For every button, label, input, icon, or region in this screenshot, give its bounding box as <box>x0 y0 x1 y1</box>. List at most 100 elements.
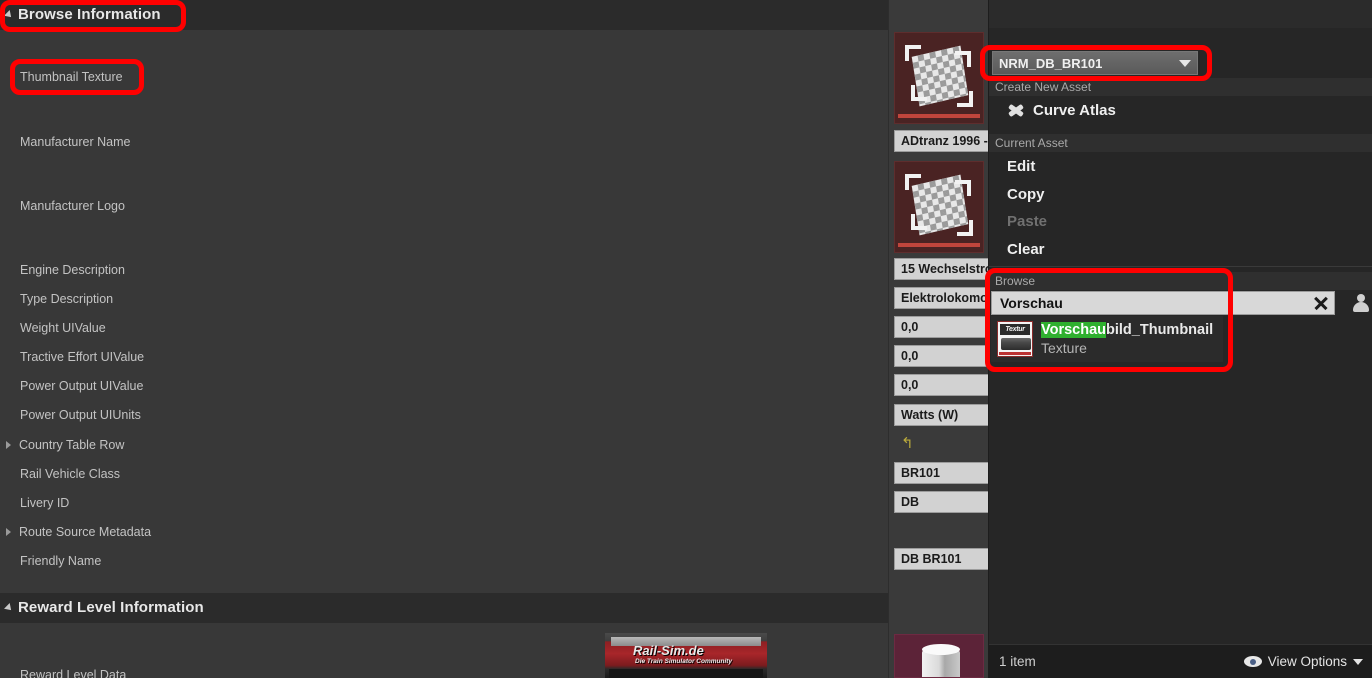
data-table-cylinder-icon <box>922 644 960 677</box>
menu-section-current-asset: Current Asset <box>989 134 1372 152</box>
reward-level-train-image: Rail-Sim.de Die Train Simulator Communit… <box>605 633 767 678</box>
property-row-country-table-row[interactable]: Country Table Row <box>0 430 888 459</box>
asset-type-strip <box>999 352 1031 355</box>
corner-bracket-icon <box>911 85 927 101</box>
expand-arrow-icon[interactable] <box>6 527 11 536</box>
value-field-manufacturer-name[interactable]: ADtranz 1996 - <box>894 130 988 152</box>
chevron-down-icon <box>1179 59 1191 67</box>
train-wheels <box>609 669 763 678</box>
manufacturer-logo-preview[interactable] <box>894 161 984 253</box>
property-row-power-output-uiunits[interactable]: Power Output UIUnits <box>0 400 888 429</box>
asset-result-name: Vorschaubild_Thumbnail <box>1041 321 1213 339</box>
expand-arrow-icon[interactable] <box>6 440 11 449</box>
value-field-tractive-effort-uivalue[interactable]: 0,0 <box>894 345 988 367</box>
menu-section-browse: Browse <box>989 272 1372 290</box>
property-label: Manufacturer Logo <box>20 198 125 213</box>
corner-bracket-icon <box>957 91 973 107</box>
property-row-manufacturer-logo[interactable]: Manufacturer Logo <box>0 191 888 220</box>
menu-divider <box>989 266 1372 267</box>
property-row-livery-id[interactable]: Livery ID <box>0 488 888 517</box>
menu-item-label: Clear <box>1007 240 1045 258</box>
property-row-friendly-name[interactable]: Friendly Name <box>0 546 888 575</box>
value-field-engine-description[interactable]: 15 Wechselstro <box>894 258 988 280</box>
watermark-title: Rail-Sim.de <box>633 643 704 658</box>
menu-item-copy[interactable]: Copy <box>989 180 1372 208</box>
asset-search-result-item[interactable]: Textur Vorschaubild_Thumbnail Texture <box>991 316 1223 362</box>
property-value-column: ADtranz 1996 - 15 Wechselstro Elektrolok… <box>888 0 988 678</box>
property-label: Weight UIValue <box>20 320 106 335</box>
reset-to-default-icon[interactable]: ↰ <box>901 436 917 452</box>
menu-section-create-new-asset: Create New Asset <box>989 78 1372 96</box>
collapse-triangle-icon <box>4 9 14 20</box>
property-label: Tractive Effort UIValue <box>20 349 145 364</box>
property-row-manufacturer-name[interactable]: Manufacturer Name <box>0 127 888 156</box>
corner-bracket-icon <box>905 45 921 61</box>
value-field-type-description[interactable]: Elektrolokomot <box>894 287 988 309</box>
property-row-engine-description[interactable]: Engine Description <box>0 255 888 284</box>
property-row-weight-uivalue[interactable]: Weight UIValue <box>0 313 888 342</box>
search-match-highlight: Vorschau <box>1041 321 1107 338</box>
property-label: Friendly Name <box>20 553 102 568</box>
property-label: Livery ID <box>20 495 70 510</box>
picker-status-bar: 1 item View Options <box>989 644 1372 678</box>
value-field-friendly-name[interactable]: DB BR101 <box>894 548 988 570</box>
property-row-power-output-uivalue[interactable]: Power Output UIValue <box>0 371 888 400</box>
menu-item-edit[interactable]: Edit <box>989 152 1372 180</box>
category-header-reward-level-information[interactable]: Reward Level Information <box>0 593 888 623</box>
corner-bracket-icon <box>911 214 927 230</box>
property-label: Country Table Row <box>19 437 125 452</box>
person-head <box>1357 294 1365 302</box>
asset-type-strip <box>898 114 980 118</box>
menu-item-label: Edit <box>1007 157 1036 175</box>
value-field-power-output-uiunits[interactable]: Watts (W) <box>894 404 988 426</box>
details-panel: Browse Information Reward Level Informat… <box>0 0 888 678</box>
view-options-button[interactable]: View Options <box>1243 654 1363 669</box>
asset-combo-value: NRM_DB_BR101 <box>999 55 1103 71</box>
category-title: Browse Information <box>18 6 161 23</box>
asset-result-text: Vorschaubild_Thumbnail Texture <box>1041 321 1213 358</box>
property-label: Power Output UIValue <box>20 378 144 393</box>
property-label: Manufacturer Name <box>20 134 131 149</box>
asset-search-row: Vorschau <box>989 291 1372 315</box>
menu-item-label: Paste <box>1007 212 1048 230</box>
person-body <box>1353 302 1369 312</box>
asset-type-strip <box>898 243 980 247</box>
value-field-weight-uivalue[interactable]: 0,0 <box>894 316 988 338</box>
chevron-down-icon <box>1353 658 1363 665</box>
category-header-browse-information[interactable]: Browse Information <box>0 0 888 30</box>
value-field-rail-vehicle-class[interactable]: BR101 <box>894 462 988 484</box>
property-row-route-source-metadata[interactable]: Route Source Metadata <box>0 517 888 546</box>
corner-bracket-icon <box>955 180 971 196</box>
search-input[interactable]: Vorschau <box>991 291 1335 315</box>
unreal-editor-details-screen: Browse Information Reward Level Informat… <box>0 0 1372 678</box>
value-field-livery-id[interactable]: DB <box>894 491 988 513</box>
collapse-triangle-icon <box>4 602 14 613</box>
corner-bracket-icon <box>905 174 921 190</box>
property-label: Type Description <box>20 291 114 306</box>
eye-icon <box>1243 656 1262 667</box>
property-label: Thumbnail Texture <box>20 69 123 84</box>
watermark-subtitle: Die Train Simulator Community <box>635 658 733 665</box>
thumbnail-caption: Textur <box>1000 324 1030 335</box>
asset-filter-user-icon[interactable] <box>1352 294 1369 312</box>
menu-item-curve-atlas[interactable]: Curve Atlas <box>989 96 1372 124</box>
property-row-thumbnail-texture[interactable]: Thumbnail Texture <box>0 62 888 91</box>
clear-search-icon[interactable] <box>1312 294 1330 312</box>
property-row-type-description[interactable]: Type Description <box>0 284 888 313</box>
property-label: Reward Level Data <box>20 667 127 678</box>
asset-result-type: Texture <box>1041 339 1087 356</box>
value-field-power-output-uivalue[interactable]: 0,0 <box>894 374 988 396</box>
thumbnail-texture-preview[interactable] <box>894 32 984 124</box>
property-label: Route Source Metadata <box>19 524 152 539</box>
corner-bracket-icon <box>957 220 973 236</box>
menu-item-clear[interactable]: Clear <box>989 235 1372 263</box>
asset-result-name-rest: bild_Thumbnail <box>1106 321 1214 338</box>
property-label: Rail Vehicle Class <box>20 466 121 481</box>
asset-combo-box[interactable]: NRM_DB_BR101 <box>992 51 1198 75</box>
thumbnail-train-shape <box>1001 338 1031 350</box>
reward-level-data-table-preview[interactable] <box>894 634 984 678</box>
property-row-rail-vehicle-class[interactable]: Rail Vehicle Class <box>0 459 888 488</box>
picker-top-band <box>989 0 1372 28</box>
category-title: Reward Level Information <box>18 599 204 616</box>
property-row-tractive-effort-uivalue[interactable]: Tractive Effort UIValue <box>0 342 888 371</box>
